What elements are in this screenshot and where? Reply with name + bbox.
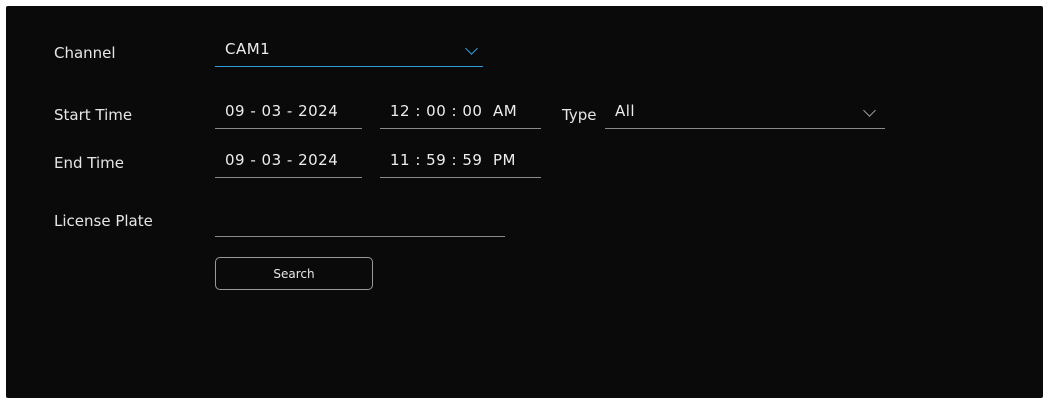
license-plate-input[interactable] (215, 202, 505, 237)
channel-select[interactable]: CAM1 (215, 32, 483, 67)
channel-label: Channel (54, 44, 116, 62)
end-date-value: 09 - 03 - 2024 (225, 151, 339, 169)
chevron-down-icon (465, 42, 478, 55)
end-time-label: End Time (54, 154, 124, 172)
type-value: All (615, 102, 636, 120)
search-panel: Channel CAM1 Start Time 09 - 03 - 2024 1… (6, 6, 1043, 398)
license-plate-label: License Plate (54, 212, 153, 230)
end-time-value: 11 : 59 : 59 PM (390, 151, 516, 169)
start-date-field[interactable]: 09 - 03 - 2024 (215, 94, 362, 129)
end-date-field[interactable]: 09 - 03 - 2024 (215, 143, 362, 178)
start-date-value: 09 - 03 - 2024 (225, 102, 339, 120)
search-button[interactable]: Search (215, 257, 373, 290)
chevron-down-icon (863, 104, 876, 117)
type-select[interactable]: All (605, 94, 885, 129)
channel-value: CAM1 (225, 40, 271, 58)
start-time-field[interactable]: 12 : 00 : 00 AM (380, 94, 541, 129)
start-time-value: 12 : 00 : 00 AM (390, 102, 518, 120)
type-label: Type (562, 106, 597, 124)
start-time-label: Start Time (54, 106, 133, 124)
end-time-field[interactable]: 11 : 59 : 59 PM (380, 143, 541, 178)
